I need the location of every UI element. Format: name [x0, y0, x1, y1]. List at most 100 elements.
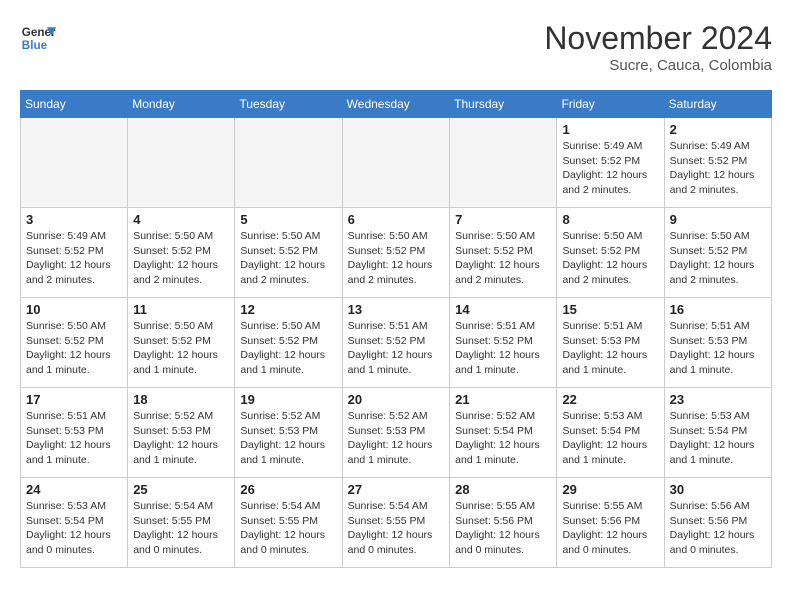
- day-info: Sunrise: 5:49 AM Sunset: 5:52 PM Dayligh…: [562, 139, 658, 198]
- calendar-week-row: 1 Sunrise: 5:49 AM Sunset: 5:52 PM Daylig…: [21, 118, 772, 208]
- weekday-header: Saturday: [664, 91, 771, 118]
- calendar-cell: 8Sunrise: 5:50 AM Sunset: 5:52 PM Daylig…: [557, 208, 664, 298]
- weekday-header: Sunday: [21, 91, 128, 118]
- day-info: Sunrise: 5:53 AM Sunset: 5:54 PM Dayligh…: [26, 499, 122, 558]
- day-info: Sunrise: 5:52 AM Sunset: 5:54 PM Dayligh…: [455, 409, 551, 468]
- calendar-week-row: 3 Sunrise: 5:49 AM Sunset: 5:52 PM Daylig…: [21, 208, 772, 298]
- calendar-cell: 30 Sunrise: 5:56 AM Sunset: 5:56 PM Dayli…: [664, 478, 771, 568]
- calendar-cell: 27 Sunrise: 5:54 AM Sunset: 5:55 PM Dayli…: [342, 478, 449, 568]
- day-info: Sunrise: 5:55 AM Sunset: 5:56 PM Dayligh…: [562, 499, 658, 558]
- calendar-cell: 13 Sunrise: 5:51 AM Sunset: 5:52 PM Dayli…: [342, 298, 449, 388]
- day-number: 17: [26, 392, 122, 407]
- weekday-header: Tuesday: [235, 91, 342, 118]
- calendar-cell: 6 Sunrise: 5:50 AM Sunset: 5:52 PM Daylig…: [342, 208, 449, 298]
- calendar-cell: 1 Sunrise: 5:49 AM Sunset: 5:52 PM Daylig…: [557, 118, 664, 208]
- calendar-cell: 5 Sunrise: 5:50 AM Sunset: 5:52 PM Daylig…: [235, 208, 342, 298]
- calendar-cell: 28Sunrise: 5:55 AM Sunset: 5:56 PM Dayli…: [450, 478, 557, 568]
- weekday-header: Monday: [128, 91, 235, 118]
- day-number: 7: [455, 212, 551, 227]
- calendar-header-row: SundayMondayTuesdayWednesdayThursdayFrid…: [21, 91, 772, 118]
- weekday-header: Thursday: [450, 91, 557, 118]
- logo-icon: General Blue: [20, 20, 56, 56]
- day-info: Sunrise: 5:50 AM Sunset: 5:52 PM Dayligh…: [133, 319, 229, 378]
- calendar-cell: 22Sunrise: 5:53 AM Sunset: 5:54 PM Dayli…: [557, 388, 664, 478]
- day-info: Sunrise: 5:56 AM Sunset: 5:56 PM Dayligh…: [670, 499, 766, 558]
- day-number: 18: [133, 392, 229, 407]
- calendar-cell: 25Sunrise: 5:54 AM Sunset: 5:55 PM Dayli…: [128, 478, 235, 568]
- day-info: Sunrise: 5:54 AM Sunset: 5:55 PM Dayligh…: [348, 499, 444, 558]
- day-number: 27: [348, 482, 444, 497]
- calendar-cell: 12Sunrise: 5:50 AM Sunset: 5:52 PM Dayli…: [235, 298, 342, 388]
- calendar-cell: 26 Sunrise: 5:54 AM Sunset: 5:55 PM Dayli…: [235, 478, 342, 568]
- calendar-cell: 10 Sunrise: 5:50 AM Sunset: 5:52 PM Dayli…: [21, 298, 128, 388]
- day-info: Sunrise: 5:49 AM Sunset: 5:52 PM Dayligh…: [670, 139, 766, 198]
- calendar-cell: 2 Sunrise: 5:49 AM Sunset: 5:52 PM Daylig…: [664, 118, 771, 208]
- day-number: 11: [133, 302, 229, 317]
- day-info: Sunrise: 5:50 AM Sunset: 5:52 PM Dayligh…: [670, 229, 766, 288]
- day-number: 14: [455, 302, 551, 317]
- day-info: Sunrise: 5:52 AM Sunset: 5:53 PM Dayligh…: [348, 409, 444, 468]
- day-info: Sunrise: 5:49 AM Sunset: 5:52 PM Dayligh…: [26, 229, 122, 288]
- day-info: Sunrise: 5:54 AM Sunset: 5:55 PM Dayligh…: [240, 499, 336, 558]
- day-number: 15: [562, 302, 658, 317]
- calendar-cell: 18 Sunrise: 5:52 AM Sunset: 5:53 PM Dayli…: [128, 388, 235, 478]
- calendar-cell: 11 Sunrise: 5:50 AM Sunset: 5:52 PM Dayli…: [128, 298, 235, 388]
- day-number: 29: [562, 482, 658, 497]
- calendar-cell: 14Sunrise: 5:51 AM Sunset: 5:52 PM Dayli…: [450, 298, 557, 388]
- day-number: 2: [670, 122, 766, 137]
- calendar-week-row: 24Sunrise: 5:53 AM Sunset: 5:54 PM Dayli…: [21, 478, 772, 568]
- day-info: Sunrise: 5:54 AM Sunset: 5:55 PM Dayligh…: [133, 499, 229, 558]
- calendar-cell: 7 Sunrise: 5:50 AM Sunset: 5:52 PM Daylig…: [450, 208, 557, 298]
- calendar-cell: 21Sunrise: 5:52 AM Sunset: 5:54 PM Dayli…: [450, 388, 557, 478]
- calendar-cell: 19 Sunrise: 5:52 AM Sunset: 5:53 PM Dayli…: [235, 388, 342, 478]
- day-number: 16: [670, 302, 766, 317]
- day-number: 23: [670, 392, 766, 407]
- day-number: 5: [240, 212, 336, 227]
- day-info: Sunrise: 5:51 AM Sunset: 5:53 PM Dayligh…: [26, 409, 122, 468]
- calendar-cell: 20 Sunrise: 5:52 AM Sunset: 5:53 PM Dayli…: [342, 388, 449, 478]
- day-info: Sunrise: 5:50 AM Sunset: 5:52 PM Dayligh…: [455, 229, 551, 288]
- calendar-cell: 3 Sunrise: 5:49 AM Sunset: 5:52 PM Daylig…: [21, 208, 128, 298]
- day-info: Sunrise: 5:51 AM Sunset: 5:52 PM Dayligh…: [348, 319, 444, 378]
- calendar-cell: [21, 118, 128, 208]
- day-info: Sunrise: 5:52 AM Sunset: 5:53 PM Dayligh…: [133, 409, 229, 468]
- day-info: Sunrise: 5:50 AM Sunset: 5:52 PM Dayligh…: [26, 319, 122, 378]
- month-title: November 2024: [544, 20, 772, 57]
- svg-text:Blue: Blue: [22, 39, 48, 52]
- day-number: 3: [26, 212, 122, 227]
- day-info: Sunrise: 5:50 AM Sunset: 5:52 PM Dayligh…: [133, 229, 229, 288]
- calendar-cell: 15 Sunrise: 5:51 AM Sunset: 5:53 PM Dayli…: [557, 298, 664, 388]
- day-number: 26: [240, 482, 336, 497]
- day-number: 20: [348, 392, 444, 407]
- calendar-cell: [450, 118, 557, 208]
- calendar-cell: 16 Sunrise: 5:51 AM Sunset: 5:53 PM Dayli…: [664, 298, 771, 388]
- title-block: November 2024 Sucre, Cauca, Colombia: [544, 20, 772, 74]
- day-info: Sunrise: 5:51 AM Sunset: 5:53 PM Dayligh…: [562, 319, 658, 378]
- day-info: Sunrise: 5:52 AM Sunset: 5:53 PM Dayligh…: [240, 409, 336, 468]
- calendar-cell: 23Sunrise: 5:53 AM Sunset: 5:54 PM Dayli…: [664, 388, 771, 478]
- day-number: 4: [133, 212, 229, 227]
- calendar-cell: 24Sunrise: 5:53 AM Sunset: 5:54 PM Dayli…: [21, 478, 128, 568]
- calendar-table: SundayMondayTuesdayWednesdayThursdayFrid…: [20, 90, 772, 568]
- calendar-cell: [342, 118, 449, 208]
- calendar-week-row: 17 Sunrise: 5:51 AM Sunset: 5:53 PM Dayli…: [21, 388, 772, 478]
- day-number: 6: [348, 212, 444, 227]
- day-number: 19: [240, 392, 336, 407]
- calendar-week-row: 10 Sunrise: 5:50 AM Sunset: 5:52 PM Dayli…: [21, 298, 772, 388]
- day-info: Sunrise: 5:53 AM Sunset: 5:54 PM Dayligh…: [562, 409, 658, 468]
- day-number: 13: [348, 302, 444, 317]
- day-info: Sunrise: 5:50 AM Sunset: 5:52 PM Dayligh…: [240, 229, 336, 288]
- calendar-cell: 9 Sunrise: 5:50 AM Sunset: 5:52 PM Daylig…: [664, 208, 771, 298]
- calendar-cell: 29 Sunrise: 5:55 AM Sunset: 5:56 PM Dayli…: [557, 478, 664, 568]
- logo: General Blue: [20, 20, 56, 56]
- day-number: 8: [562, 212, 658, 227]
- day-info: Sunrise: 5:50 AM Sunset: 5:52 PM Dayligh…: [348, 229, 444, 288]
- day-number: 9: [670, 212, 766, 227]
- page-header: General Blue November 2024 Sucre, Cauca,…: [20, 20, 772, 74]
- day-number: 1: [562, 122, 658, 137]
- day-number: 10: [26, 302, 122, 317]
- location-subtitle: Sucre, Cauca, Colombia: [544, 57, 772, 74]
- day-info: Sunrise: 5:51 AM Sunset: 5:53 PM Dayligh…: [670, 319, 766, 378]
- day-number: 30: [670, 482, 766, 497]
- calendar-cell: [128, 118, 235, 208]
